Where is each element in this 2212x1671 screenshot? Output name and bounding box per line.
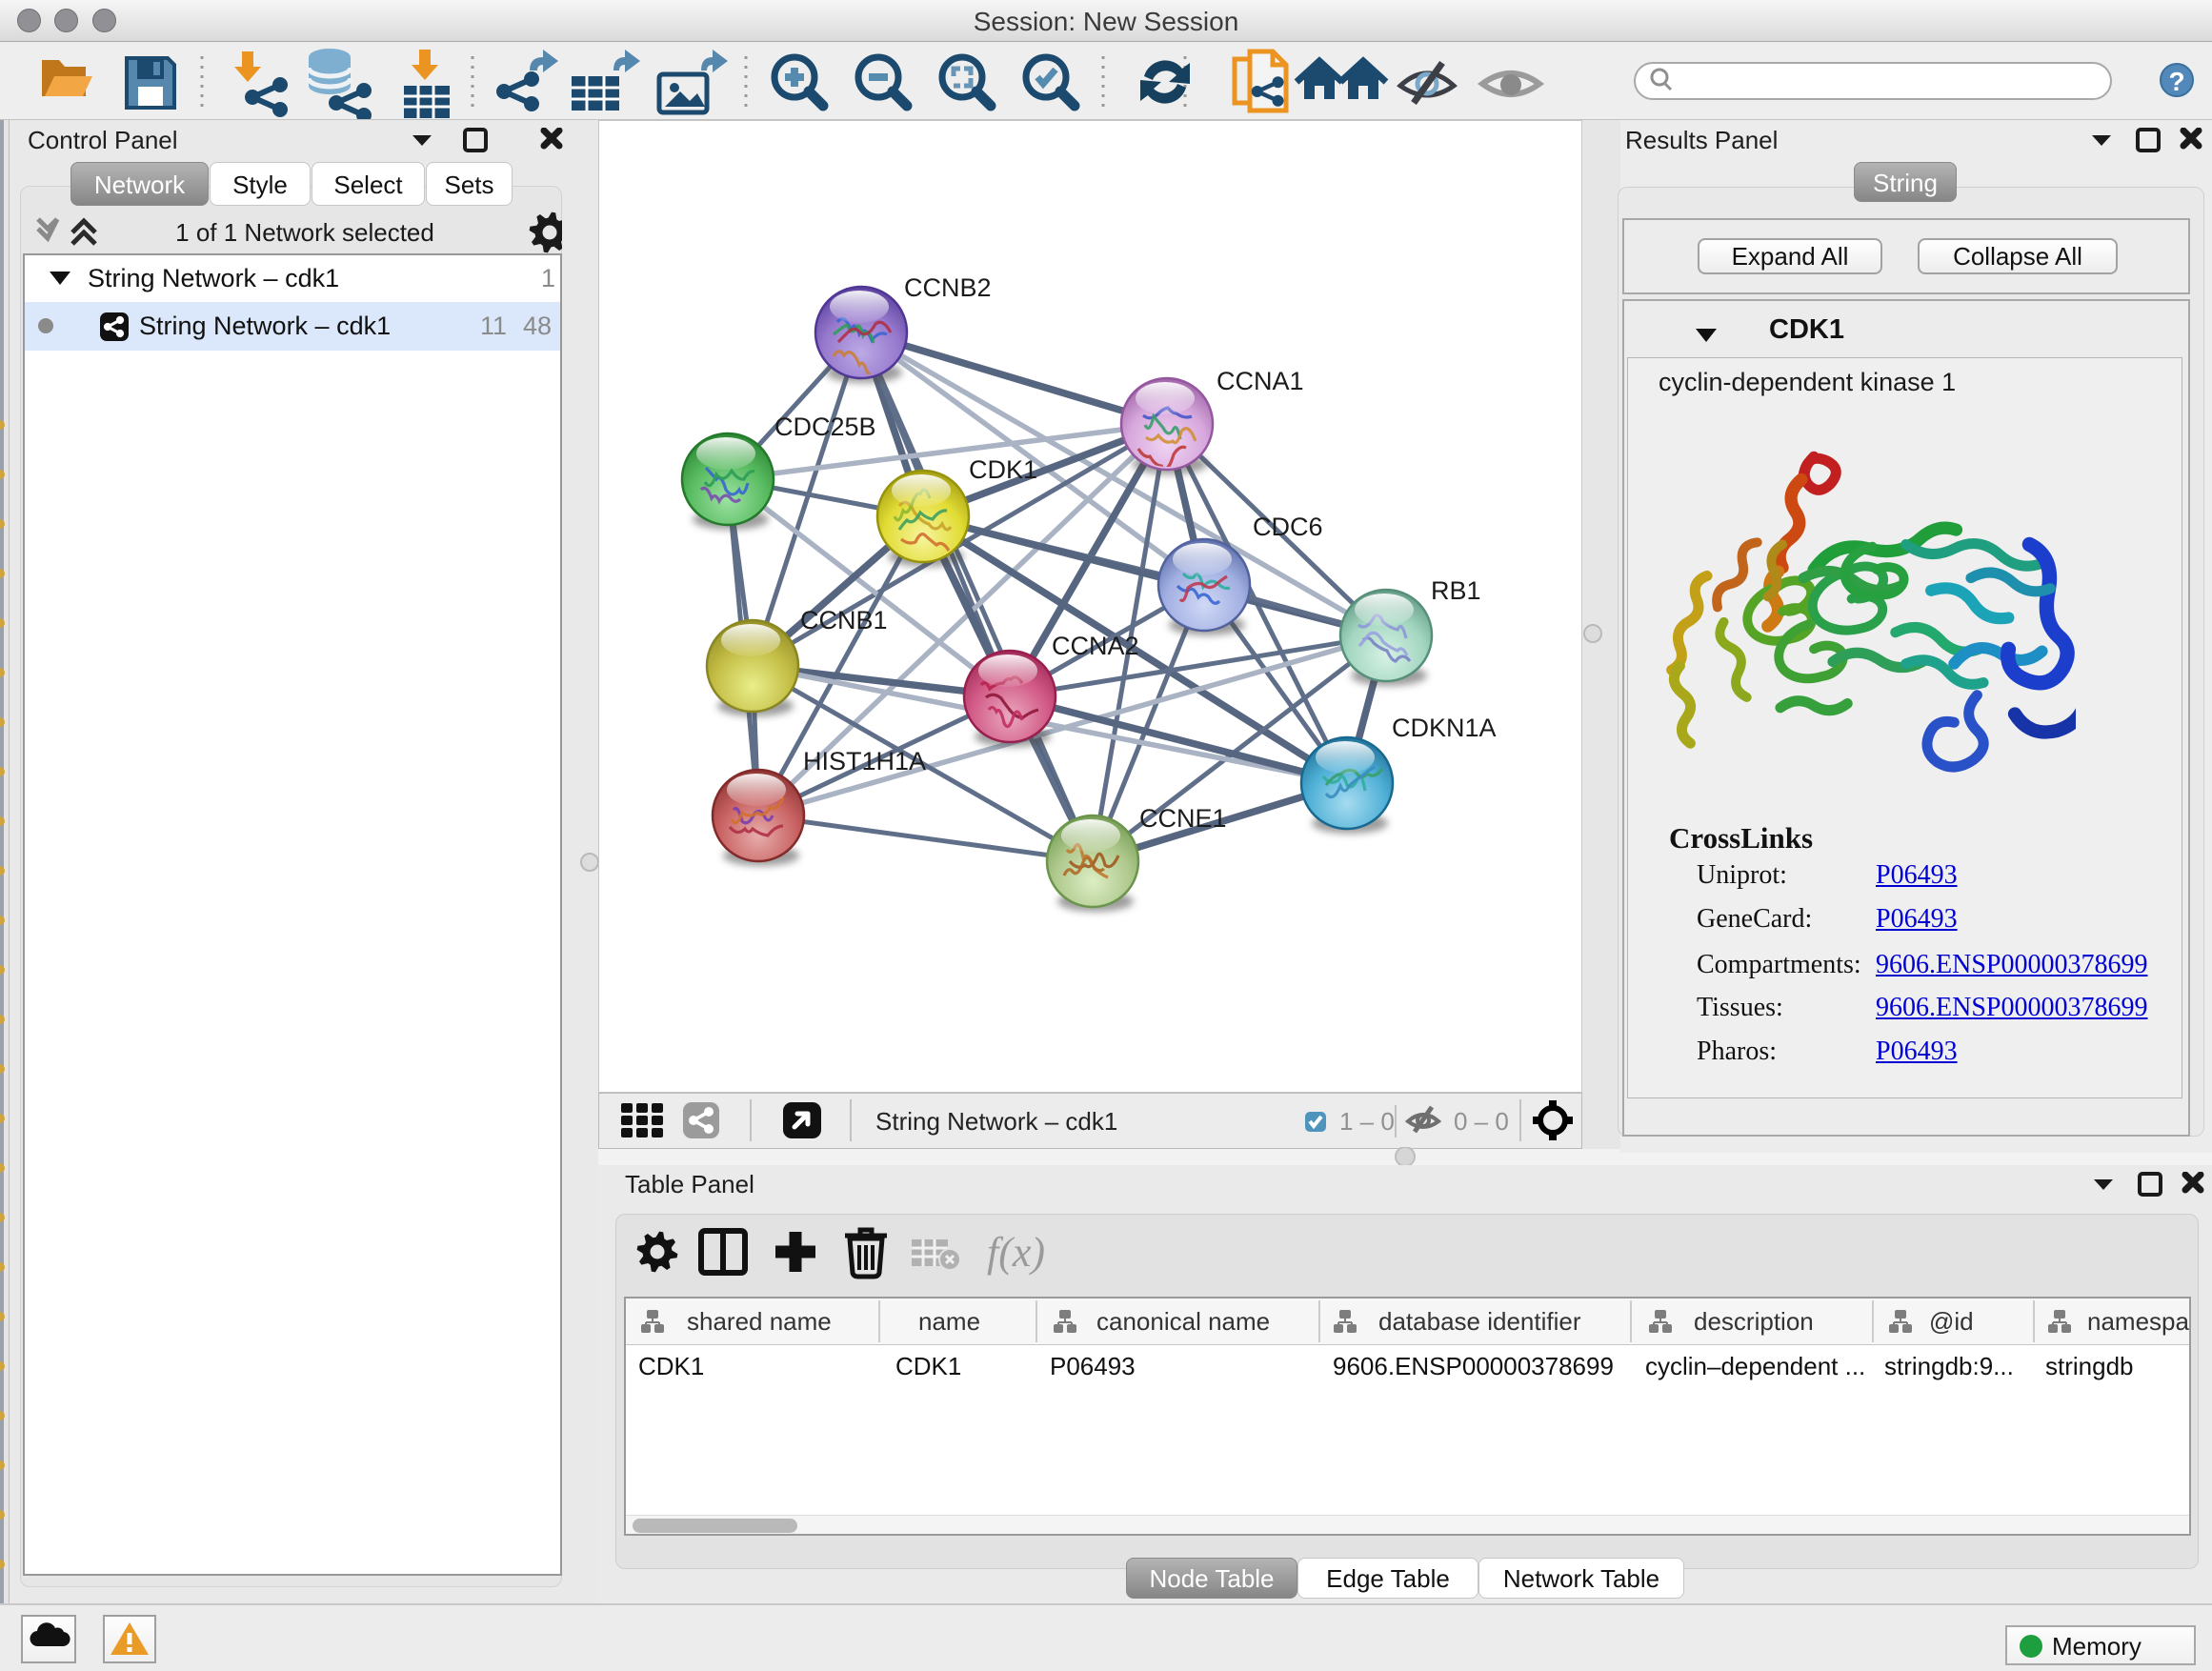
svg-text:1 of 1 Network selected: 1 of 1 Network selected <box>175 218 434 247</box>
svg-text:CCNB2: CCNB2 <box>904 273 992 302</box>
svg-text:CDC25B: CDC25B <box>774 413 876 441</box>
svg-text:?: ? <box>2168 67 2184 96</box>
svg-text:1 – 0: 1 – 0 <box>1339 1107 1395 1136</box>
svg-text:shared name: shared name <box>687 1307 832 1336</box>
svg-text:CCNE1: CCNE1 <box>1139 804 1227 833</box>
svg-text:name: name <box>918 1307 980 1336</box>
svg-text:HIST1H1A: HIST1H1A <box>803 747 926 775</box>
svg-text:canonical name: canonical name <box>1096 1307 1270 1336</box>
svg-text:namespac: namespac <box>2087 1307 2191 1336</box>
svg-text:description: description <box>1694 1307 1814 1336</box>
svg-text:String Network – cdk1: String Network – cdk1 <box>875 1107 1117 1136</box>
svg-text:database identifier: database identifier <box>1378 1307 1581 1336</box>
svg-text:CCNA2: CCNA2 <box>1052 632 1139 660</box>
svg-text:@id: @id <box>1929 1307 1974 1336</box>
svg-text:RB1: RB1 <box>1431 576 1481 605</box>
svg-text:0 – 0: 0 – 0 <box>1454 1107 1509 1136</box>
svg-text:CDK1: CDK1 <box>969 455 1037 484</box>
svg-text:CDC6: CDC6 <box>1253 513 1323 541</box>
svg-text:f(x): f(x) <box>987 1229 1045 1276</box>
svg-text:CCNA1: CCNA1 <box>1217 367 1304 395</box>
svg-text:CDKN1A: CDKN1A <box>1392 714 1497 742</box>
svg-text:CCNB1: CCNB1 <box>800 606 888 634</box>
